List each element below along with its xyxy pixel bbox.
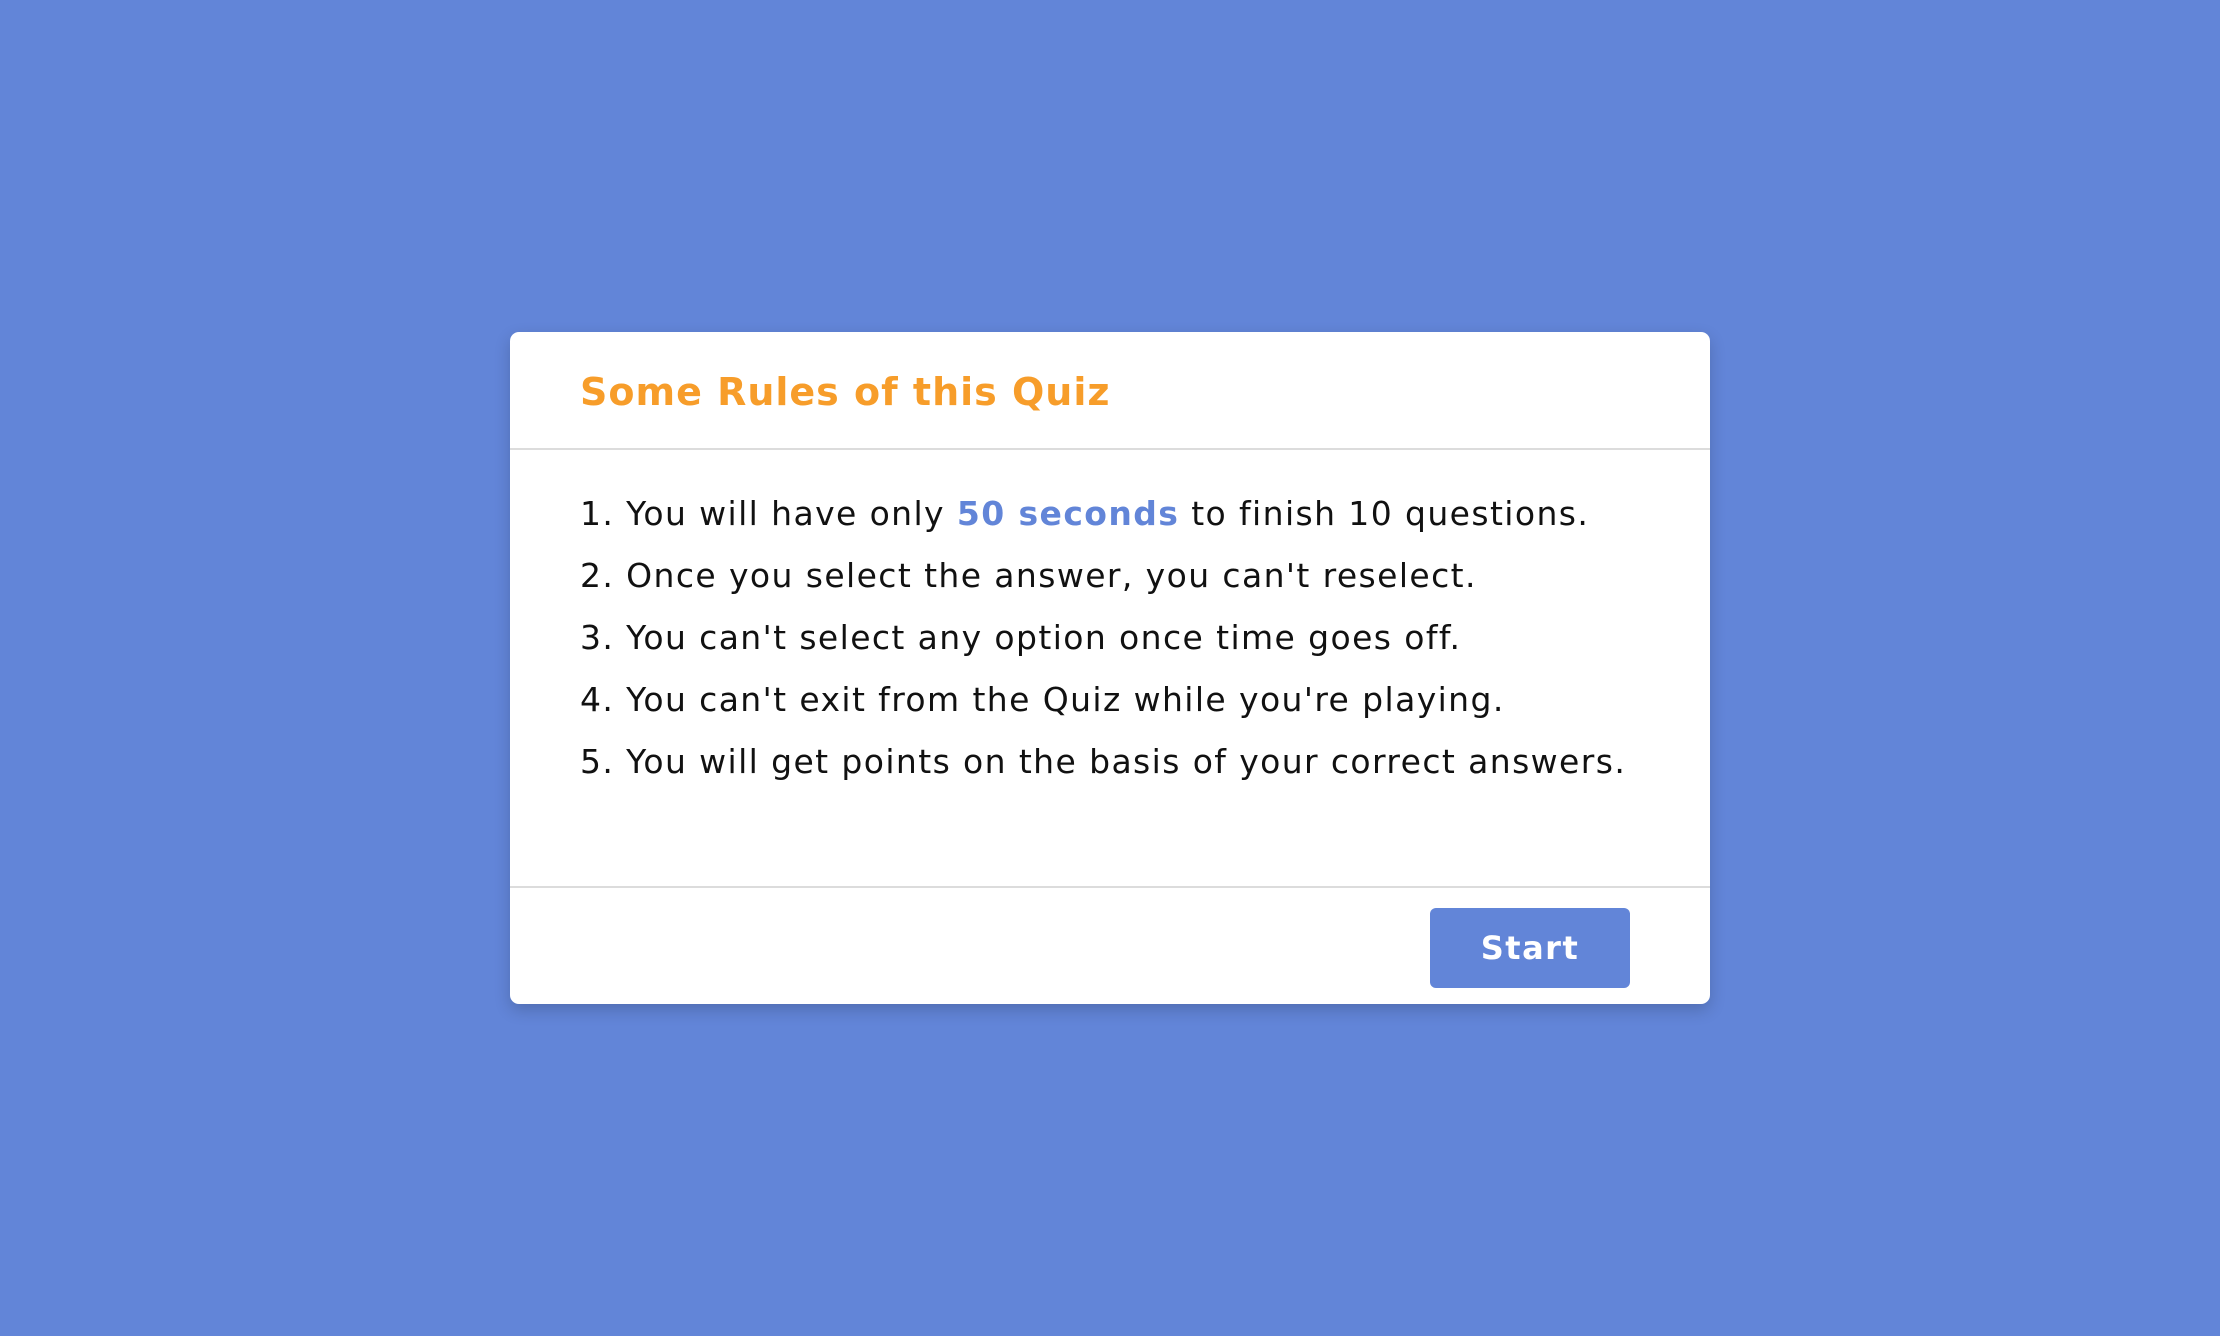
rule-1-suffix: to finish 10 questions. [1179, 494, 1590, 533]
rule-item-1: 1. You will have only 50 seconds to fini… [580, 488, 1640, 540]
time-limit-highlight: 50 seconds [956, 494, 1180, 533]
rule-item-5: 5. You will get points on the basis of y… [580, 742, 1627, 781]
rules-card: Some Rules of this Quiz 1. You will have… [510, 332, 1710, 1004]
rule-item-2: 2. Once you select the answer, you can't… [580, 556, 1477, 595]
rules-list: 1. You will have only 50 seconds to fini… [510, 450, 1710, 888]
card-header: Some Rules of this Quiz [510, 332, 1710, 450]
start-button[interactable]: Start [1430, 908, 1630, 988]
page-title: Some Rules of this Quiz [580, 370, 1111, 414]
card-footer: Start [510, 888, 1710, 1004]
rule-item-4: 4. You can't exit from the Quiz while yo… [580, 680, 1505, 719]
rule-1-prefix: 1. You will have only [580, 494, 957, 533]
rule-item-3: 3. You can't select any option once time… [580, 618, 1462, 657]
